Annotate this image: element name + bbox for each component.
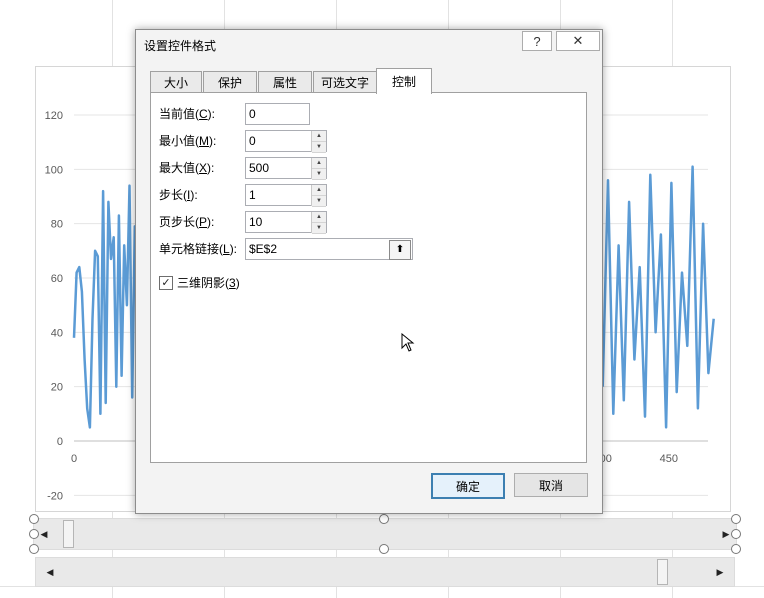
max-value-text: 500 bbox=[249, 161, 270, 175]
page-step-spinner[interactable]: ▲ ▼ bbox=[311, 212, 326, 234]
resize-handle[interactable] bbox=[379, 514, 389, 524]
y-tick-label: 80 bbox=[51, 219, 63, 231]
collapse-dialog-icon[interactable]: ⬆ bbox=[389, 240, 411, 260]
y-tick-label: 120 bbox=[45, 110, 63, 122]
y-tick-label: 20 bbox=[51, 382, 63, 394]
x-tick-label: 0 bbox=[71, 453, 77, 465]
page-step-label: 页步长(P): bbox=[159, 215, 215, 229]
scrollbar-thumb[interactable] bbox=[657, 559, 668, 585]
cell-link-label: 单元格链接(L): bbox=[159, 242, 238, 256]
resize-handle[interactable] bbox=[731, 544, 741, 554]
y-tick-label: 100 bbox=[45, 164, 63, 176]
cancel-button[interactable]: 取消 bbox=[514, 473, 588, 497]
resize-handle[interactable] bbox=[379, 544, 389, 554]
spin-down-icon[interactable]: ▼ bbox=[312, 223, 326, 234]
max-value-spinner[interactable]: ▲ ▼ bbox=[311, 158, 326, 180]
resize-handle[interactable] bbox=[731, 529, 741, 539]
close-button[interactable]: ✕ bbox=[556, 31, 600, 51]
cell-link-field[interactable]: $E$2 ⬆ bbox=[245, 238, 413, 260]
y-tick-label: 60 bbox=[51, 273, 63, 285]
spin-down-icon[interactable]: ▼ bbox=[312, 196, 326, 207]
tab-alt-text[interactable]: 可选文字 bbox=[313, 71, 377, 93]
spin-down-icon[interactable]: ▼ bbox=[312, 142, 326, 153]
resize-handle[interactable] bbox=[731, 514, 741, 524]
step-label: 步长(I): bbox=[159, 188, 198, 202]
step-spinner[interactable]: ▲ ▼ bbox=[311, 185, 326, 207]
dialog-title: 设置控件格式 bbox=[144, 39, 217, 53]
mouse-cursor-icon bbox=[401, 333, 415, 352]
help-button[interactable]: ? bbox=[522, 31, 552, 51]
scroll-left-arrow-icon[interactable]: ◀ bbox=[42, 558, 58, 586]
resize-handle[interactable] bbox=[29, 514, 39, 524]
scrollbar-thumb[interactable] bbox=[63, 520, 74, 548]
y-tick-label: -20 bbox=[47, 490, 63, 502]
min-value-label: 最小值(M): bbox=[159, 134, 217, 148]
series-line-1[interactable] bbox=[601, 165, 715, 429]
min-value-field[interactable]: 0 ▲ ▼ bbox=[245, 130, 327, 153]
tab-properties[interactable]: 属性 bbox=[258, 71, 312, 93]
tab-control[interactable]: 控制 bbox=[376, 68, 432, 94]
spin-down-icon[interactable]: ▼ bbox=[312, 169, 326, 180]
cell-link-text: $E$2 bbox=[249, 242, 278, 256]
x-tick-label: 450 bbox=[660, 453, 678, 465]
max-value-label: 最大值(X): bbox=[159, 161, 215, 175]
control-tab-panel: 当前值(C): 0 最小值(M): 0 ▲ ▼ 最大值(X): 500 ▲ ▼ 步长… bbox=[150, 92, 587, 463]
y-tick-label: 40 bbox=[51, 327, 63, 339]
step-field[interactable]: 1 ▲ ▼ bbox=[245, 184, 327, 207]
scroll-right-arrow-icon[interactable]: ▶ bbox=[712, 558, 728, 586]
ok-button[interactable]: 确定 bbox=[431, 473, 505, 499]
y-tick-label: 0 bbox=[57, 436, 63, 448]
max-value-field[interactable]: 500 ▲ ▼ bbox=[245, 157, 327, 180]
page-step-text: 10 bbox=[249, 215, 263, 229]
resize-handle[interactable] bbox=[29, 529, 39, 539]
current-value-field[interactable]: 0 bbox=[245, 103, 310, 125]
3d-shading-checkbox[interactable]: ✓ bbox=[159, 276, 173, 290]
page-step-field[interactable]: 10 ▲ ▼ bbox=[245, 211, 327, 234]
min-value-text: 0 bbox=[249, 134, 256, 148]
min-value-spinner[interactable]: ▲ ▼ bbox=[311, 131, 326, 153]
format-control-dialog: 设置控件格式 ? ✕ 大小 保护 属性 可选文字 控制 当前值(C): 0 最小… bbox=[135, 29, 603, 514]
current-value-label: 当前值(C): bbox=[159, 107, 216, 121]
tab-size[interactable]: 大小 bbox=[150, 71, 202, 93]
step-text: 1 bbox=[249, 188, 256, 202]
resize-handle[interactable] bbox=[29, 544, 39, 554]
scrollbar-control[interactable]: ◀ ▶ bbox=[35, 557, 735, 587]
tab-protection[interactable]: 保护 bbox=[203, 71, 257, 93]
3d-shading-label: 三维阴影(3) bbox=[177, 276, 240, 290]
